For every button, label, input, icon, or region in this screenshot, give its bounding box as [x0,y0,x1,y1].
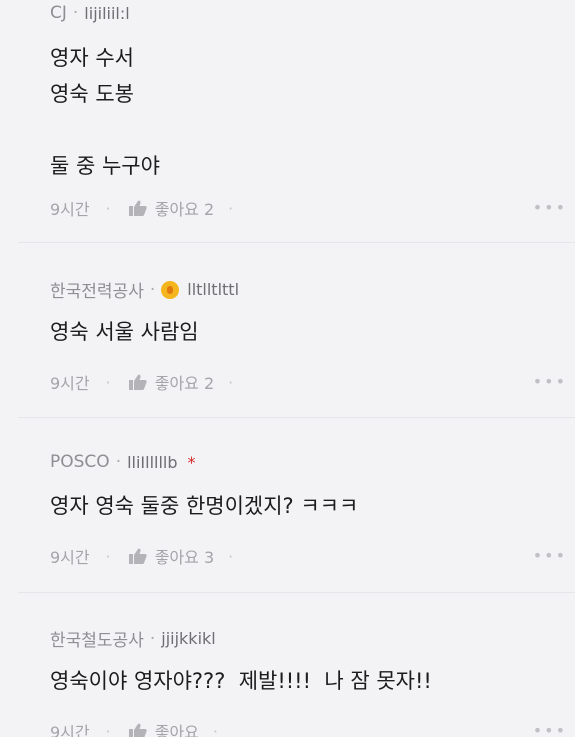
comment-item: POSCO · lliIlllllb * 영자 영숙 둘중 한명이겠지? ㅋㅋㅋ… [0,418,575,592]
meta-separator: · [105,546,111,566]
level-badge-icon [161,280,180,299]
meta-separator: · [105,372,111,392]
author-company: 한국철도공사 [50,631,144,651]
comment-time: 9시간 [50,200,90,219]
comment-time: 9시간 [50,374,90,393]
author-company: 한국전력공사 [50,282,144,302]
meta-separator: · [149,628,156,649]
star-marker: * [187,452,196,472]
thumbs-up-icon [128,374,147,390]
like-label: 좋아요 [154,723,199,737]
comment-author[interactable]: CJ · lijiliil:l [50,3,130,23]
comment-item: 한국철도공사 · jjijkkikl 영숙이야 영자야??? 제발!!!! 나 … [0,593,575,737]
more-options-button[interactable]: ••• [533,198,567,217]
author-company: CJ [50,3,67,23]
comment-author[interactable]: 한국전력공사 · lltlltlttl [50,277,240,303]
comment-footer: 9시간 · 좋아요 2 · [50,196,575,220]
comment-body: 영숙이야 영자야??? 제발!!!! 나 잠 못자!! [50,669,432,693]
meta-separator: · [72,3,79,23]
meta-separator: · [228,198,234,218]
comment-author[interactable]: POSCO · lliIlllllb * [50,452,196,472]
comment-body: 영자 영숙 둘중 한명이겠지? ㅋㅋㅋ [50,494,359,518]
like-button[interactable]: 좋아요 2 [128,196,215,220]
meta-separator: · [212,721,218,737]
comment-item: CJ · lijiliil:l 영자 수서 영숙 도봉 둘 중 누구야 9시간 … [0,0,575,242]
comment-footer: 9시간 · 좋아요 3 · [50,544,575,568]
comment-footer: 9시간 · 좋아요 2 · [50,370,575,394]
comment-body: 영숙 서울 사람임 [50,320,199,344]
like-label: 좋아요 2 [154,374,215,393]
author-nickname: lijiliil:l [84,3,130,23]
more-options-button[interactable]: ••• [533,721,567,737]
author-company: POSCO [50,452,110,472]
thumbs-up-icon [128,200,147,216]
like-label: 좋아요 2 [154,200,215,219]
author-nickname: jjijkkikl [161,629,216,648]
comment-item: 한국전력공사 · lltlltlttl 영숙 서울 사람임 9시간 · 좋아요 … [0,243,575,417]
comment-feed: CJ · lijiliil:l 영자 수서 영숙 도봉 둘 중 누구야 9시간 … [0,0,575,737]
thumbs-up-icon [128,723,147,737]
like-button[interactable]: 좋아요 3 [128,544,215,568]
meta-separator: · [228,546,234,566]
meta-separator: · [105,721,111,737]
author-nickname: lliIlllllb [127,452,178,472]
author-nickname: lltlltlttl [187,280,240,299]
more-options-button[interactable]: ••• [533,546,567,565]
meta-separator: · [149,279,156,300]
comment-body: 영자 수서 영숙 도봉 둘 중 누구야 [50,46,160,178]
meta-separator: · [105,198,111,218]
thumbs-up-icon [128,548,147,564]
comment-time: 9시간 [50,548,90,567]
like-label: 좋아요 3 [154,548,215,567]
like-button[interactable]: 좋아요 [128,719,199,737]
meta-separator: · [228,372,234,392]
comment-author[interactable]: 한국철도공사 · jjijkkikl [50,626,216,652]
like-button[interactable]: 좋아요 2 [128,370,215,394]
more-options-button[interactable]: ••• [533,372,567,391]
comment-footer: 9시간 · 좋아요 · [50,719,575,737]
comment-time: 9시간 [50,723,90,737]
meta-separator: · [115,452,122,472]
